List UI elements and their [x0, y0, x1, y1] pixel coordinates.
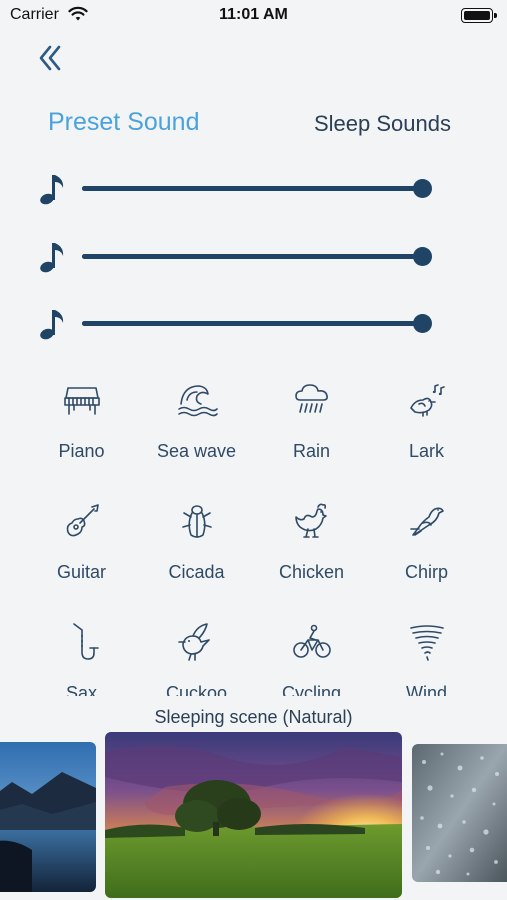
sound-item-label: Guitar	[56, 562, 107, 582]
volume-slider-row	[38, 168, 438, 208]
lark-bird-icon	[405, 378, 449, 422]
saxophone-icon	[60, 620, 104, 664]
sound-item-label: Chicken	[278, 562, 345, 582]
sound-item-wind[interactable]: Wind	[369, 618, 484, 696]
sound-item-label: Cuckoo	[165, 683, 228, 696]
volume-slider-fill	[82, 254, 422, 259]
sound-grid[interactable]: Piano Sea wave Rain Lark Guitar Cicada Chicken…	[24, 376, 484, 696]
sound-item-label: Cycling	[281, 683, 342, 696]
chirp-bird-icon	[405, 499, 449, 543]
tornado-icon	[405, 620, 449, 664]
sound-item-label: Cicada	[168, 562, 225, 582]
tab-sleep-sounds[interactable]: Sleep Sounds	[314, 111, 451, 137]
sound-item-label: Lark	[408, 441, 444, 461]
sound-item-chicken[interactable]: Chicken	[254, 497, 369, 607]
sound-item-sax[interactable]: Sax	[24, 618, 139, 696]
volume-slider-fill	[82, 186, 422, 191]
cuckoo-bird-icon	[175, 620, 219, 664]
volume-slider-track[interactable]	[82, 179, 432, 198]
volume-slider-thumb[interactable]	[413, 247, 432, 266]
sea-wave-icon	[175, 378, 219, 422]
cyclist-icon	[290, 620, 334, 664]
scene-image-rain-window[interactable]	[412, 744, 507, 882]
sound-item-rain[interactable]: Rain	[254, 376, 369, 486]
sound-item-cuckoo[interactable]: Cuckoo	[139, 618, 254, 696]
sound-item-label: Chirp	[404, 562, 448, 582]
sound-item-label: Sea wave	[156, 441, 237, 461]
guitar-icon	[60, 499, 104, 543]
tab-preset-sound[interactable]: Preset Sound	[48, 108, 200, 137]
volume-slider-row	[38, 236, 438, 276]
chicken-icon	[290, 499, 334, 543]
volume-slider-row	[38, 303, 438, 343]
cicada-icon	[175, 499, 219, 543]
volume-slider-thumb[interactable]	[413, 179, 432, 198]
sound-item-label: Piano	[58, 441, 105, 461]
back-button[interactable]	[36, 42, 68, 74]
piano-icon	[60, 378, 104, 422]
double-chevron-left-icon	[39, 45, 61, 71]
sound-item-piano[interactable]: Piano	[24, 376, 139, 486]
rain-cloud-icon	[290, 378, 334, 422]
clock: 11:01 AM	[219, 6, 288, 23]
scene-title: Sleeping scene (Natural)	[154, 707, 353, 727]
sound-item-guitar[interactable]: Guitar	[24, 497, 139, 607]
volume-slider-track[interactable]	[82, 314, 432, 333]
music-note-icon	[38, 240, 68, 274]
volume-slider-thumb[interactable]	[413, 314, 432, 333]
sound-item-label: Wind	[405, 683, 447, 696]
volume-slider-track[interactable]	[82, 247, 432, 266]
music-note-icon	[38, 172, 68, 206]
sound-item-cycling[interactable]: Cycling	[254, 618, 369, 696]
sound-item-chirp[interactable]: Chirp	[369, 497, 484, 607]
sound-item-cicada[interactable]: Cicada	[139, 497, 254, 607]
sound-item-sea-wave[interactable]: Sea wave	[139, 376, 254, 486]
sound-item-label: Rain	[292, 441, 331, 461]
sound-item-label: Sax	[65, 683, 98, 696]
battery-icon	[461, 8, 497, 23]
sound-item-lark[interactable]: Lark	[369, 376, 484, 486]
music-note-icon	[38, 307, 68, 341]
scene-image-lake[interactable]	[0, 742, 96, 892]
status-bar: Carrier 11:01 AM	[0, 0, 507, 32]
scene-image-sunset-meadow[interactable]	[105, 732, 402, 898]
volume-slider-fill	[82, 321, 422, 326]
